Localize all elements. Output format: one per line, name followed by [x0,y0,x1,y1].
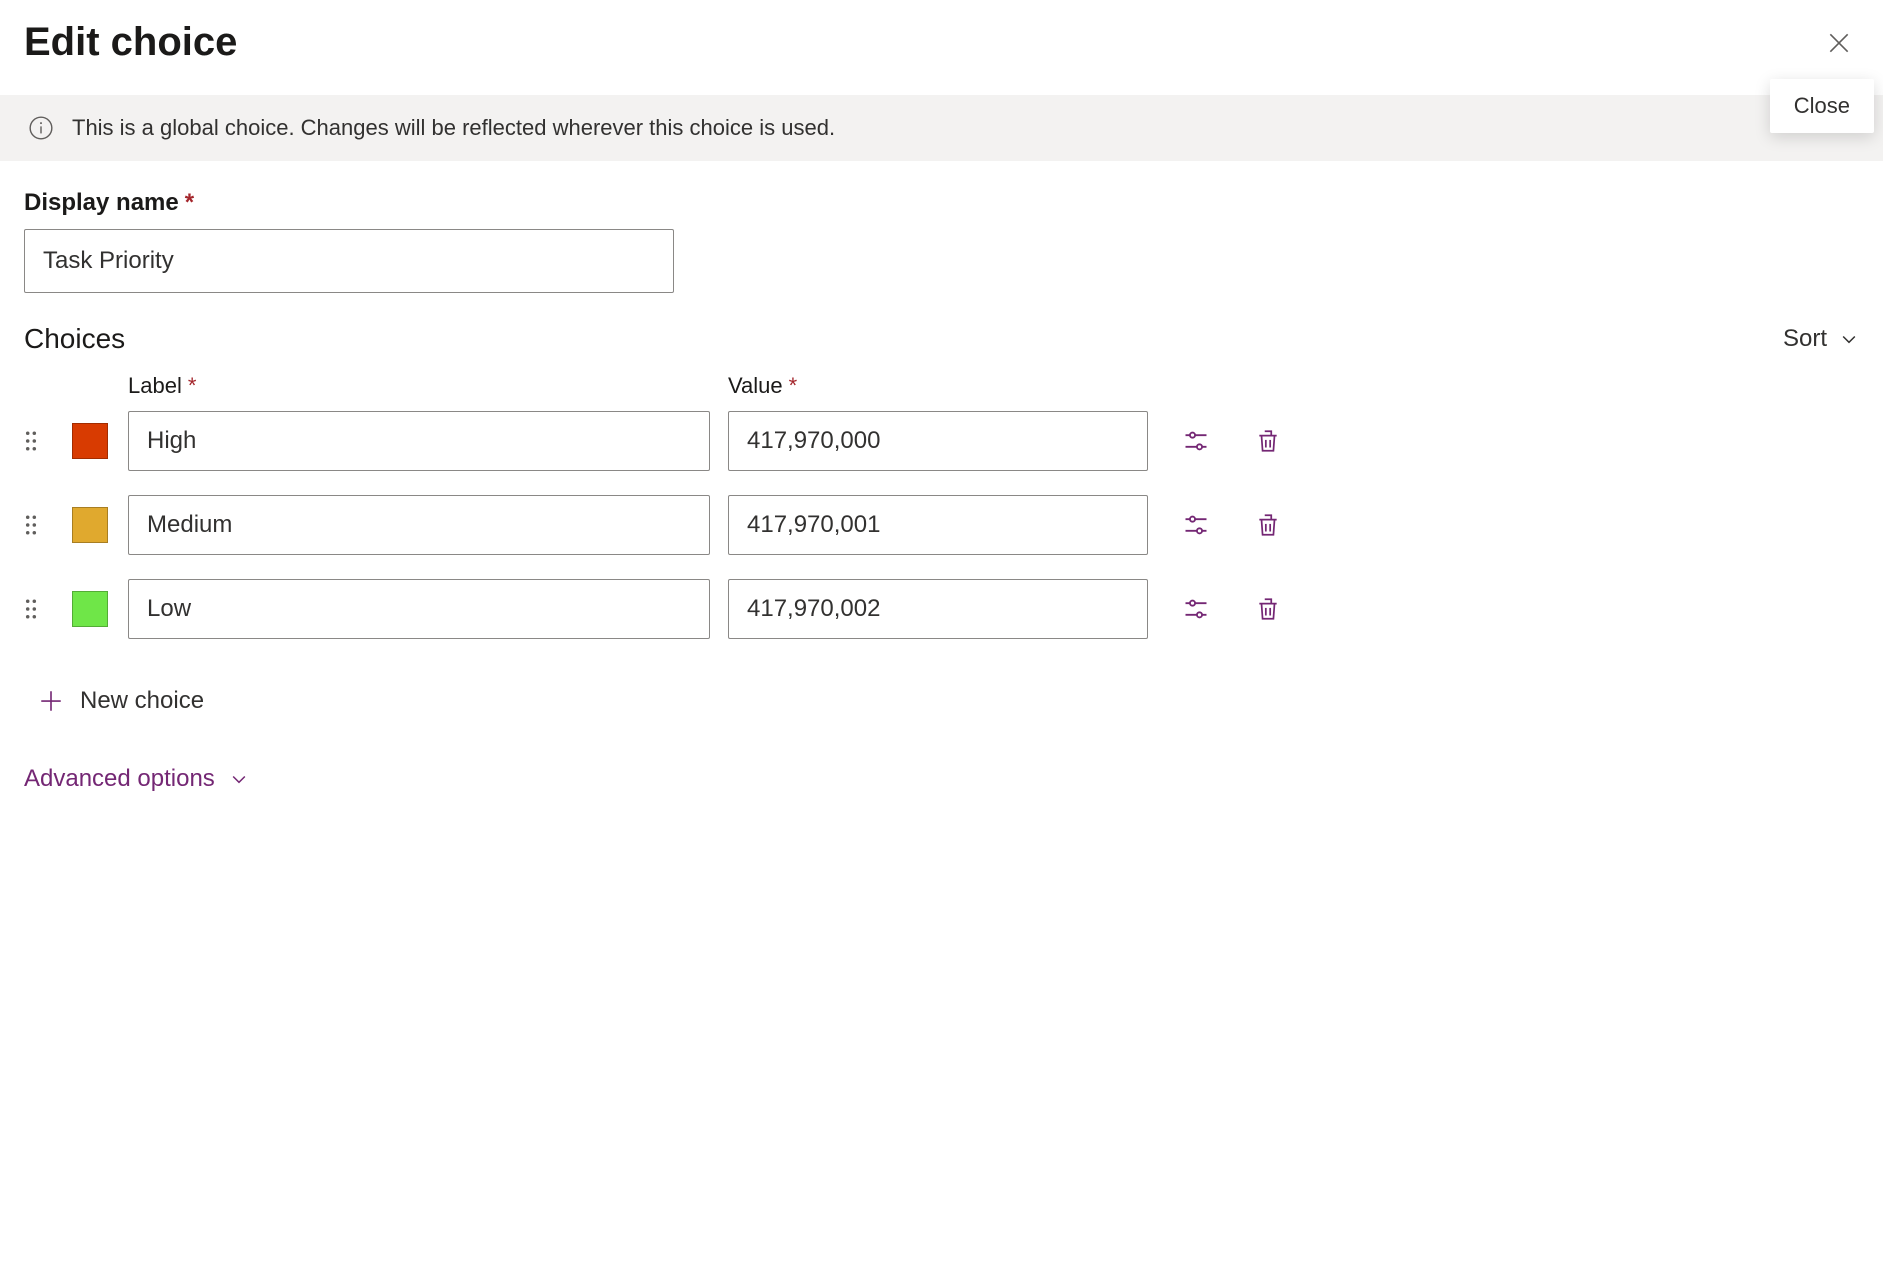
info-banner: This is a global choice. Changes will be… [0,95,1883,161]
info-banner-text: This is a global choice. Changes will be… [72,115,835,141]
sort-label: Sort [1783,325,1827,353]
choice-delete-button[interactable] [1244,585,1292,633]
drag-handle-icon [24,598,38,620]
advanced-options-link[interactable]: Advanced options [0,715,1883,793]
sliders-icon [1182,427,1210,455]
page-title: Edit choice [24,20,237,65]
color-swatch[interactable] [72,591,108,627]
new-choice-label: New choice [80,687,204,715]
choice-value-input[interactable] [728,579,1148,639]
trash-icon [1255,511,1281,539]
trash-icon [1255,595,1281,623]
close-button[interactable] [1819,23,1859,63]
choice-delete-button[interactable] [1244,417,1292,465]
info-icon [28,115,54,141]
drag-handle[interactable] [24,514,72,536]
choice-value-input[interactable] [728,495,1148,555]
choice-settings-button[interactable] [1172,585,1220,633]
choice-value-input[interactable] [728,411,1148,471]
plus-icon [38,688,64,714]
choice-settings-button[interactable] [1172,501,1220,549]
chevron-down-icon [1839,329,1859,349]
chevron-down-icon [229,769,249,789]
drag-handle[interactable] [24,598,72,620]
drag-handle-icon [24,430,38,452]
sliders-icon [1182,595,1210,623]
new-choice-button[interactable]: New choice [0,663,1883,715]
choice-label-input[interactable] [128,495,710,555]
choice-delete-button[interactable] [1244,501,1292,549]
color-swatch[interactable] [72,507,108,543]
choice-row [0,411,1883,471]
close-tooltip: Close [1770,79,1874,133]
choice-row [0,495,1883,555]
trash-icon [1255,427,1281,455]
sliders-icon [1182,511,1210,539]
sort-button[interactable]: Sort [1783,325,1859,353]
choice-label-input[interactable] [128,579,710,639]
column-header-label: Label* [128,373,710,399]
choices-title: Choices [24,323,125,355]
close-icon [1826,30,1852,56]
choice-label-input[interactable] [128,411,710,471]
display-name-label: Display name* [24,189,194,217]
choice-row [0,579,1883,639]
advanced-options-label: Advanced options [24,765,215,793]
choice-settings-button[interactable] [1172,417,1220,465]
drag-handle-icon [24,514,38,536]
drag-handle[interactable] [24,430,72,452]
column-header-value: Value* [728,373,1148,399]
display-name-input[interactable] [24,229,674,293]
color-swatch[interactable] [72,423,108,459]
